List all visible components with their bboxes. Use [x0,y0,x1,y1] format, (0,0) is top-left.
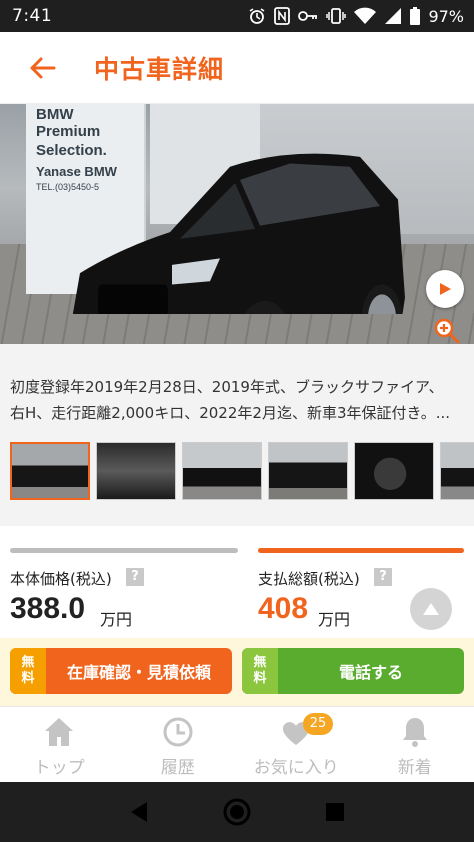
signal-icon [385,8,402,24]
thumbnail-6[interactable] [440,442,474,500]
home-icon [45,718,74,746]
free-badge: 無 料 [242,648,278,694]
description-line-2: 右H、走行距離2,000キロ、2022年2月迄、新車3年保証付き。... [10,404,451,422]
wifi-icon [354,7,377,24]
page-title: 中古車詳細 [94,54,225,84]
status-icons: 97% [248,7,464,26]
thumbnail-1[interactable] [10,442,90,500]
arrow-left-icon [30,57,56,78]
zoom-in-icon[interactable] [434,318,460,344]
status-bar: 7:41 97% [0,0,474,32]
total-price-unit: 万円 [318,610,351,629]
system-navigation-bar [0,782,474,842]
vibrate-icon [326,8,347,24]
play-icon [440,283,451,295]
sign-text-brand: BMW [36,106,74,123]
nav-history[interactable]: 履歴 [119,707,238,782]
triangle-up-icon [423,603,439,615]
key-icon [298,11,318,21]
body-price-help[interactable]: ? [126,568,144,586]
thumbnail-3[interactable] [182,442,262,500]
body-price-label: 本体価格(税込) [10,570,112,588]
alarm-icon [249,8,265,24]
main-car-photo[interactable]: BMW Premium Selection. Yanase BMW TEL.(0… [0,104,474,344]
free-badge-char-1: 無 [253,655,267,670]
nav-new[interactable]: 新着 [356,707,474,782]
bottom-navigation: トップ 履歴 お気に入り 25 新着 [0,706,474,782]
free-badge: 無 料 [10,648,46,694]
call-button[interactable]: 無 料 電話する [242,648,464,694]
system-back-button[interactable] [124,797,154,827]
system-home-button[interactable] [222,797,252,827]
photo-thumbnails [10,442,474,502]
clock-icon [163,717,193,747]
total-price-bar [258,548,464,553]
recents-square-icon [326,803,344,821]
free-badge-char-2: 料 [21,671,35,686]
car-description[interactable]: 初度登録年2019年2月28日、2019年式、ブラックサファイア、 右H、走行距… [10,374,466,426]
free-badge-char-2: 料 [253,671,267,686]
action-bar: 無 料 在庫確認・見積依頼 無 料 電話する [0,638,474,706]
nav-history-label: 履歴 [160,758,195,778]
system-recents-button[interactable] [320,797,350,827]
price-section: 本体価格(税込) ? 388.0 万円 支払総額(税込) ? 408 万円 [0,536,474,636]
inquiry-button[interactable]: 無 料 在庫確認・見積依頼 [10,648,232,694]
total-price-value: 408 [258,592,309,625]
nav-new-label: 新着 [397,758,432,778]
app-header: 中古車詳細 [0,32,474,104]
nav-favorites-label: お気に入り [253,758,339,778]
status-time: 7:41 [12,6,53,26]
bell-icon [402,718,427,747]
total-price-help[interactable]: ? [374,568,392,586]
free-badge-char-1: 無 [21,655,35,670]
home-circle-icon [223,798,251,826]
car-illustration [72,153,405,314]
battery-percent: 97% [428,6,464,26]
thumbnail-4[interactable] [268,442,348,500]
nfc-icon [274,7,291,25]
body-price-value: 388.0 [10,592,86,625]
favorites-count-badge: 25 [303,713,333,735]
nav-favorites[interactable]: お気に入り 25 [237,707,356,782]
thumbnail-5[interactable] [354,442,434,500]
body-price-unit: 万円 [100,610,133,629]
body-price-bar [10,548,238,553]
battery-icon [410,7,421,25]
thumbnail-2[interactable] [96,442,176,500]
description-line-1: 初度登録年2019年2月28日、2019年式、ブラックサファイア、 [10,378,444,396]
back-triangle-icon [131,802,147,822]
nav-top-label: トップ [33,758,85,778]
nav-top[interactable]: トップ [0,707,119,782]
scroll-to-top-button[interactable] [410,588,452,630]
total-price-label: 支払総額(税込) [258,570,360,588]
inquiry-label: 在庫確認・見積依頼 [66,663,211,682]
video-play-button[interactable] [426,270,464,308]
back-button[interactable] [12,38,72,98]
call-label: 電話する [338,663,403,682]
